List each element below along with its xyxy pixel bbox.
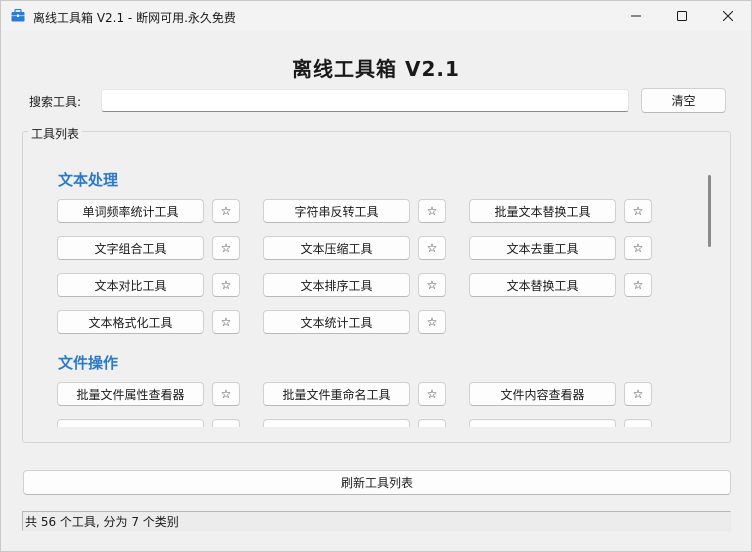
tool-button[interactable]: 文本对比工具 xyxy=(57,273,204,297)
tool-button[interactable]: 单词频率统计工具 xyxy=(57,199,204,223)
minimize-button[interactable] xyxy=(613,1,659,31)
tool-button[interactable]: 文本去重工具 xyxy=(469,236,616,260)
clear-button[interactable]: 清空 xyxy=(641,88,726,113)
favorite-star-button[interactable]: ☆ xyxy=(418,236,446,260)
favorite-star-button-clipped[interactable] xyxy=(624,419,652,427)
favorite-star-button[interactable]: ☆ xyxy=(212,273,240,297)
favorite-star-button[interactable]: ☆ xyxy=(624,273,652,297)
maximize-icon xyxy=(677,11,687,21)
tool-button[interactable]: 文本统计工具 xyxy=(263,310,410,334)
close-button[interactable] xyxy=(705,1,751,31)
tool-button-clipped[interactable] xyxy=(263,419,410,427)
window-title: 离线工具箱 V2.1 - 断网可用.永久免费 xyxy=(33,11,236,25)
tool-button[interactable]: 文本压缩工具 xyxy=(263,236,410,260)
tool-button[interactable]: 批量文件重命名工具 xyxy=(263,382,410,406)
favorite-star-button[interactable]: ☆ xyxy=(624,382,652,406)
favorite-star-button[interactable]: ☆ xyxy=(212,382,240,406)
tool-button-clipped[interactable] xyxy=(57,419,204,427)
tool-button[interactable]: 字符串反转工具 xyxy=(263,199,410,223)
favorite-star-button[interactable]: ☆ xyxy=(212,199,240,223)
minimize-icon xyxy=(631,15,641,17)
maximize-button[interactable] xyxy=(659,1,705,31)
tool-button[interactable]: 文本格式化工具 xyxy=(57,310,204,334)
tool-button[interactable]: 批量文件属性查看器 xyxy=(57,382,204,406)
group-title: 工具列表 xyxy=(28,125,83,142)
tool-button[interactable]: 文本排序工具 xyxy=(263,273,410,297)
favorite-star-button[interactable]: ☆ xyxy=(624,199,652,223)
favorite-star-button[interactable]: ☆ xyxy=(624,236,652,260)
favorite-star-button[interactable]: ☆ xyxy=(418,310,446,334)
close-icon xyxy=(723,11,733,21)
scrollbar-thumb[interactable] xyxy=(708,175,711,247)
tool-button[interactable]: 文字组合工具 xyxy=(57,236,204,260)
category-heading: 文本处理 xyxy=(58,171,119,189)
tool-button[interactable]: 文本替换工具 xyxy=(469,273,616,297)
tool-button[interactable]: 文件内容查看器 xyxy=(469,382,616,406)
search-input[interactable] xyxy=(101,89,629,112)
favorite-star-button[interactable]: ☆ xyxy=(212,236,240,260)
favorite-star-button-clipped[interactable] xyxy=(418,419,446,427)
favorite-star-button[interactable]: ☆ xyxy=(212,310,240,334)
tool-list-scroll-area[interactable]: 文本处理 单词频率统计工具 ☆ 字符串反转工具 ☆ 批量文本替换工具 ☆ 文字组… xyxy=(35,159,703,427)
toolbox-icon xyxy=(11,9,25,22)
status-bar: 共 56 个工具, 分为 7 个类别 xyxy=(22,511,731,531)
favorite-star-button[interactable]: ☆ xyxy=(418,382,446,406)
page-title: 离线工具箱 V2.1 xyxy=(292,57,460,81)
title-bar: 离线工具箱 V2.1 - 断网可用.永久免费 xyxy=(1,1,751,31)
app-window: 离线工具箱 V2.1 - 断网可用.永久免费 离线工具箱 V2.1 搜索工具: … xyxy=(0,0,752,552)
tool-button[interactable]: 批量文本替换工具 xyxy=(469,199,616,223)
tool-button-clipped[interactable] xyxy=(469,419,616,427)
refresh-tool-list-button[interactable]: 刷新工具列表 xyxy=(23,470,731,495)
favorite-star-button[interactable]: ☆ xyxy=(418,199,446,223)
search-label: 搜索工具: xyxy=(29,95,82,109)
category-heading: 文件操作 xyxy=(58,354,119,372)
favorite-star-button-clipped[interactable] xyxy=(212,419,240,427)
favorite-star-button[interactable]: ☆ xyxy=(418,273,446,297)
